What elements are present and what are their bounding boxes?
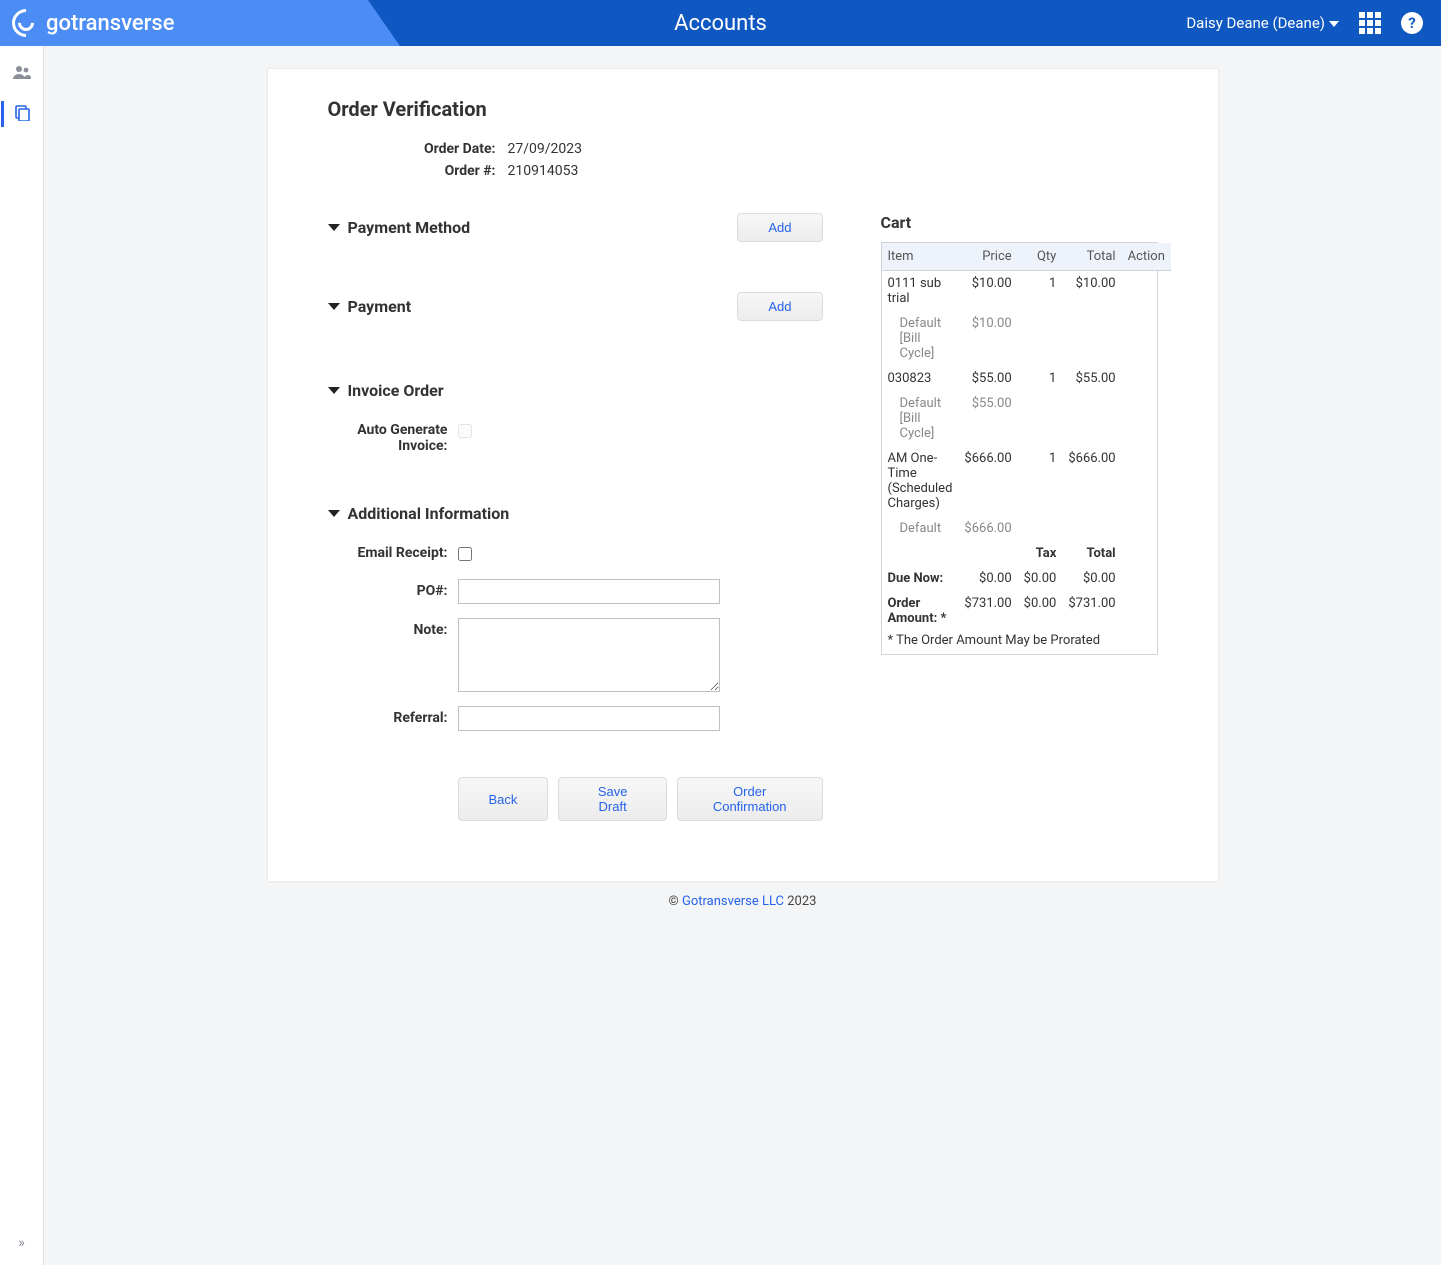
order-amount-total: $731.00 <box>1062 591 1121 631</box>
collapse-icon[interactable] <box>328 224 340 231</box>
cart-qty: 1 <box>1018 366 1063 391</box>
cart-item: 030823 <box>882 366 959 391</box>
cart-price: $10.00 <box>958 271 1017 312</box>
cart-col-action: Action <box>1122 243 1171 271</box>
order-num-value: 210914053 <box>508 163 579 179</box>
cart-sub-price: $55.00 <box>958 391 1017 446</box>
brand-logo[interactable]: gotransverse <box>0 0 400 46</box>
cart-total: $10.00 <box>1062 271 1121 312</box>
cart-total: $55.00 <box>1062 366 1121 391</box>
order-date-label: Order Date: <box>328 141 508 157</box>
order-confirmation-button[interactable]: Order Confirmation <box>677 777 823 821</box>
email-receipt-checkbox[interactable] <box>458 547 472 561</box>
collapse-icon[interactable] <box>328 387 340 394</box>
cart-item: 0111 sub trial <box>882 271 959 312</box>
cart-row: AM One-Time (Scheduled Charges)$666.001$… <box>882 446 1171 516</box>
order-amount-label: Order Amount: * <box>882 591 959 631</box>
cart-sub-item: Default [Bill Cycle] <box>882 311 959 366</box>
add-payment-button[interactable]: Add <box>737 292 822 321</box>
section-invoice-order: Invoice Order Auto Generate Invoice: <box>328 381 823 454</box>
po-label: PO#: <box>328 579 458 599</box>
cart-sub-row: Default$666.00 <box>882 516 1171 541</box>
referral-label: Referral: <box>328 706 458 726</box>
cart-row: 030823$55.001$55.00 <box>882 366 1171 391</box>
footer-link[interactable]: Gotransverse LLC <box>682 894 784 909</box>
brand-text: gotransverse <box>46 11 175 36</box>
additional-info-title: Additional Information <box>348 504 510 523</box>
cart-panel: Cart Item Price Qty Total Action <box>881 213 1158 655</box>
payment-method-title: Payment Method <box>348 218 471 237</box>
cart-sub-row: Default [Bill Cycle]$10.00 <box>882 311 1171 366</box>
due-now-total: $0.00 <box>1062 566 1121 591</box>
collapse-icon[interactable] <box>328 510 340 517</box>
topbar: gotransverse Accounts Daisy Deane (Deane… <box>0 0 1441 46</box>
order-amount-amount: $731.00 <box>958 591 1017 631</box>
email-receipt-label: Email Receipt: <box>328 541 458 561</box>
section-payment: Payment Add <box>328 292 823 321</box>
due-now-tax: $0.00 <box>1018 566 1063 591</box>
save-draft-button[interactable]: Save Draft <box>558 777 666 821</box>
page-title: Order Verification <box>328 97 1158 121</box>
page-header-title: Accounts <box>674 11 767 36</box>
cart-col-item: Item <box>882 243 959 271</box>
sidebar-item-users[interactable] <box>13 64 31 83</box>
invoice-order-title: Invoice Order <box>348 381 444 400</box>
cart-price: $666.00 <box>958 446 1017 516</box>
cart-price: $55.00 <box>958 366 1017 391</box>
cart-item: AM One-Time (Scheduled Charges) <box>882 446 959 516</box>
logo-icon <box>6 3 46 43</box>
order-amount-tax: $0.00 <box>1018 591 1063 631</box>
sidebar-expand-icon[interactable]: » <box>18 1235 25 1251</box>
apps-icon[interactable] <box>1359 12 1381 34</box>
payment-title: Payment <box>348 297 412 316</box>
cart-col-price: Price <box>958 243 1017 271</box>
cart-title: Cart <box>881 213 1158 232</box>
cart-sub-item: Default <box>882 516 959 541</box>
order-meta: Order Date: 27/09/2023 Order #: 21091405… <box>328 141 1158 179</box>
due-now-amount: $0.00 <box>958 566 1017 591</box>
sidebar: » <box>0 46 44 1265</box>
section-additional-info: Additional Information Email Receipt: PO… <box>328 504 823 731</box>
cart-summary-tax-label: Tax <box>1018 541 1063 566</box>
note-label: Note: <box>328 618 458 638</box>
main-content: Order Verification Order Date: 27/09/202… <box>44 46 1441 1265</box>
user-area: Daisy Deane (Deane) ? <box>1186 12 1441 34</box>
po-input[interactable] <box>458 579 720 604</box>
cart-total: $666.00 <box>1062 446 1121 516</box>
cart-sub-price: $10.00 <box>958 311 1017 366</box>
user-menu[interactable]: Daisy Deane (Deane) <box>1186 14 1339 32</box>
add-payment-method-button[interactable]: Add <box>737 213 822 242</box>
action-bar: Back Save Draft Order Confirmation <box>458 777 823 821</box>
footer: © Gotransverse LLC 2023 <box>72 890 1413 929</box>
caret-down-icon <box>1329 21 1339 27</box>
cart-col-total: Total <box>1062 243 1121 271</box>
sidebar-item-orders[interactable] <box>13 105 31 125</box>
help-icon[interactable]: ? <box>1401 12 1423 34</box>
back-button[interactable]: Back <box>458 777 549 821</box>
copyright-symbol: © <box>669 894 679 909</box>
cart-row: 0111 sub trial$10.001$10.00 <box>882 271 1171 312</box>
cart-summary-total-label: Total <box>1062 541 1121 566</box>
auto-generate-label: Auto Generate Invoice: <box>328 418 458 454</box>
cart-qty: 1 <box>1018 271 1063 312</box>
footer-year: 2023 <box>787 894 816 909</box>
section-payment-method: Payment Method Add <box>328 213 823 242</box>
note-textarea[interactable] <box>458 618 720 692</box>
collapse-icon[interactable] <box>328 303 340 310</box>
cart-sub-item: Default [Bill Cycle] <box>882 391 959 446</box>
order-panel: Order Verification Order Date: 27/09/202… <box>267 68 1219 882</box>
referral-input[interactable] <box>458 706 720 731</box>
order-num-label: Order #: <box>328 163 508 179</box>
cart-col-qty: Qty <box>1018 243 1063 271</box>
cart-qty: 1 <box>1018 446 1063 516</box>
user-name-text: Daisy Deane (Deane) <box>1186 14 1325 32</box>
auto-generate-checkbox[interactable] <box>458 424 472 438</box>
cart-sub-price: $666.00 <box>958 516 1017 541</box>
due-now-label: Due Now: <box>882 566 959 591</box>
order-date-value: 27/09/2023 <box>508 141 583 157</box>
cart-table: Item Price Qty Total Action 0111 sub tri… <box>882 243 1171 654</box>
cart-footnote: * The Order Amount May be Prorated <box>882 631 1171 654</box>
cart-sub-row: Default [Bill Cycle]$55.00 <box>882 391 1171 446</box>
